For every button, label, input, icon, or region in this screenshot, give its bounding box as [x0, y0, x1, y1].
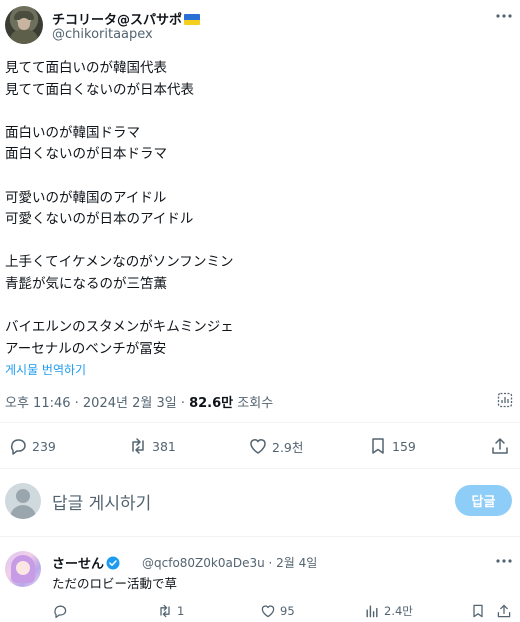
post-author-row: チコリータ@スパサポ @chikoritaapex [0, 0, 520, 48]
author-handle[interactable]: @chikoritaapex [52, 27, 153, 42]
reply-author-handle[interactable]: @qcfo80Z0k0aDe3u · 2월 4일 [142, 554, 317, 571]
post-text-line [5, 166, 234, 188]
repost-count: 381 [152, 438, 176, 454]
post-text-line: 青髭が気になるのが三笘薫 [5, 275, 167, 292]
share-icon [497, 604, 511, 618]
reply-action-button[interactable]: 239 [8, 432, 56, 460]
bookmark-count: 159 [392, 438, 416, 454]
author-name-text[interactable]: チコリータ@スパサポ [52, 13, 182, 28]
post-action-bar: 239 381 2.9천 159 [0, 432, 520, 460]
post-text-line: 面白いのが韓国ドラマ [5, 124, 140, 141]
post-text-line [5, 296, 234, 318]
translate-post-link[interactable]: 게시물 번역하기 [5, 361, 86, 378]
divider [0, 468, 520, 469]
post-text-line [5, 231, 234, 253]
reply-author-name-text[interactable]: さーせん [52, 557, 104, 572]
post-text-line: アーセナルのベンチが冨安 [5, 340, 167, 357]
bookmark-action-button[interactable]: 159 [368, 432, 416, 460]
bookmark-icon [473, 604, 483, 618]
post-text: 見てて面白いのが韓国代表見てて面白くないのが日本代表 面白いのが韓国ドラマ面白くな… [5, 58, 234, 360]
current-user-avatar[interactable] [5, 483, 41, 519]
verified-badge-icon [106, 556, 120, 570]
reply-author-name[interactable]: さーせん [52, 553, 120, 572]
reply-views-button[interactable]: 2.4만 [364, 601, 413, 621]
reply-like-button[interactable]: 95 [260, 601, 295, 621]
reply-composer: 답글 게시하기 답글 [0, 474, 520, 526]
reply-text: ただのロビー活動で草 [52, 576, 178, 591]
reply-views-count: 2.4만 [384, 604, 413, 618]
views-label: 조회수 [233, 396, 274, 411]
divider [0, 422, 520, 423]
analytics-icon[interactable] [497, 392, 513, 408]
repost-icon [132, 438, 144, 454]
like-count: 2.9천 [272, 439, 304, 455]
reply-icon [10, 439, 26, 455]
more-options-icon[interactable] [494, 6, 514, 26]
more-options-icon[interactable] [494, 551, 514, 571]
post-text-line: バイエルンのスタメンがキムミンジェ [5, 319, 234, 336]
reply-like-count: 95 [280, 604, 295, 618]
post-text-line: 上手くてイケメンなのがソンフンミン [5, 254, 234, 271]
bookmark-icon [372, 438, 384, 454]
post-text-line: 可愛くないのが日本のアイドル [5, 211, 194, 228]
reply-icon [54, 605, 67, 619]
reply-submit-button[interactable]: 답글 [455, 485, 512, 516]
share-icon [492, 438, 508, 454]
reply-item[interactable]: さーせん @qcfo80Z0k0aDe3u · 2월 4일 ただのロビー活動で草… [0, 541, 520, 622]
reply-input[interactable]: 답글 게시하기 [52, 489, 151, 514]
reply-repost-count: 1 [177, 604, 185, 618]
post-timestamp[interactable]: 오후 11:46 · 2024년 2월 3일 · [5, 396, 189, 411]
heart-icon [261, 605, 275, 618]
reply-count: 239 [32, 438, 56, 454]
reply-reply-button[interactable] [52, 601, 72, 621]
heart-icon [250, 439, 266, 454]
views-count: 82.6만 [189, 396, 234, 411]
author-display-name[interactable]: チコリータ@スパサポ [52, 9, 201, 28]
share-action-button[interactable] [490, 432, 514, 460]
author-avatar[interactable] [5, 6, 43, 44]
reply-action-bar: 1 95 2.4만 [0, 601, 520, 621]
post-text-line: 見てて面白くないのが日本代表 [5, 81, 194, 98]
post-text-line [5, 101, 234, 123]
ukraine-flag-icon [184, 14, 201, 25]
post-meta: 오후 11:46 · 2024년 2월 3일 · 82.6만 조회수 [5, 392, 273, 411]
reply-author-avatar[interactable] [5, 551, 41, 587]
repost-icon [160, 604, 170, 618]
reply-share-button[interactable] [496, 601, 516, 621]
like-action-button[interactable]: 2.9천 [248, 432, 303, 460]
post-text-line: 見てて面白いのが韓国代表 [5, 60, 167, 76]
post-text-line: 面白くないのが日本ドラマ [5, 146, 167, 163]
reply-bookmark-button[interactable] [470, 601, 490, 621]
divider [0, 536, 520, 537]
views-chart-icon [366, 605, 378, 618]
repost-action-button[interactable]: 381 [128, 432, 176, 460]
post-text-line: 可愛いのが韓国のアイドル [5, 189, 167, 206]
reply-repost-button[interactable]: 1 [157, 601, 184, 621]
